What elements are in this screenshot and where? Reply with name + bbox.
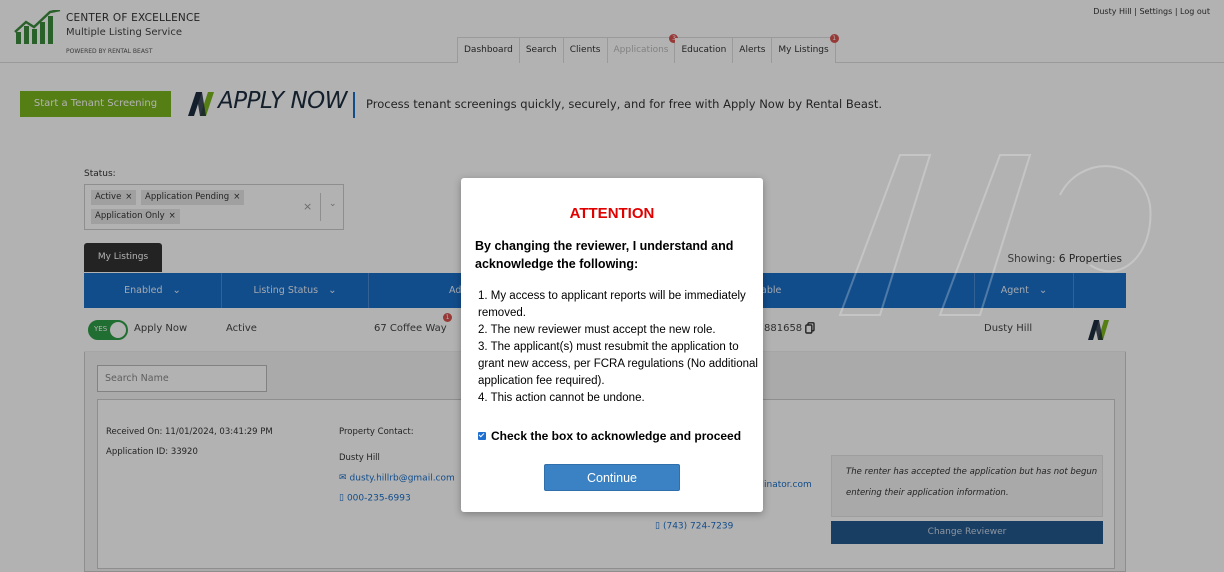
page: CENTER OF EXCELLENCE Multiple Listing Se…	[0, 0, 1224, 572]
attention-modal: ATTENTION By changing the reviewer, I un…	[461, 178, 763, 512]
acknowledge-checkbox-label[interactable]: Check the box to acknowledge and proceed	[491, 429, 741, 443]
acknowledge-checkbox-row[interactable]: Check the box to acknowledge and proceed	[478, 429, 741, 443]
apply-now-watermark-icon	[838, 154, 1152, 316]
acknowledgement-item: 1. My access to applicant reports will b…	[478, 290, 746, 319]
modal-lead: By changing the reviewer, I understand a…	[475, 239, 734, 271]
acknowledgement-item: 4. This action cannot be undone.	[478, 392, 645, 404]
acknowledge-checkbox[interactable]	[478, 432, 486, 440]
acknowledgement-list: 1. My access to applicant reports will b…	[478, 288, 758, 407]
acknowledgement-item: 2. The new reviewer must accept the new …	[478, 324, 716, 336]
acknowledgement-item: 3. The applicant(s) must resubmit the ap…	[478, 341, 758, 387]
modal-title: ATTENTION	[569, 205, 655, 222]
continue-button[interactable]: Continue	[544, 464, 680, 491]
